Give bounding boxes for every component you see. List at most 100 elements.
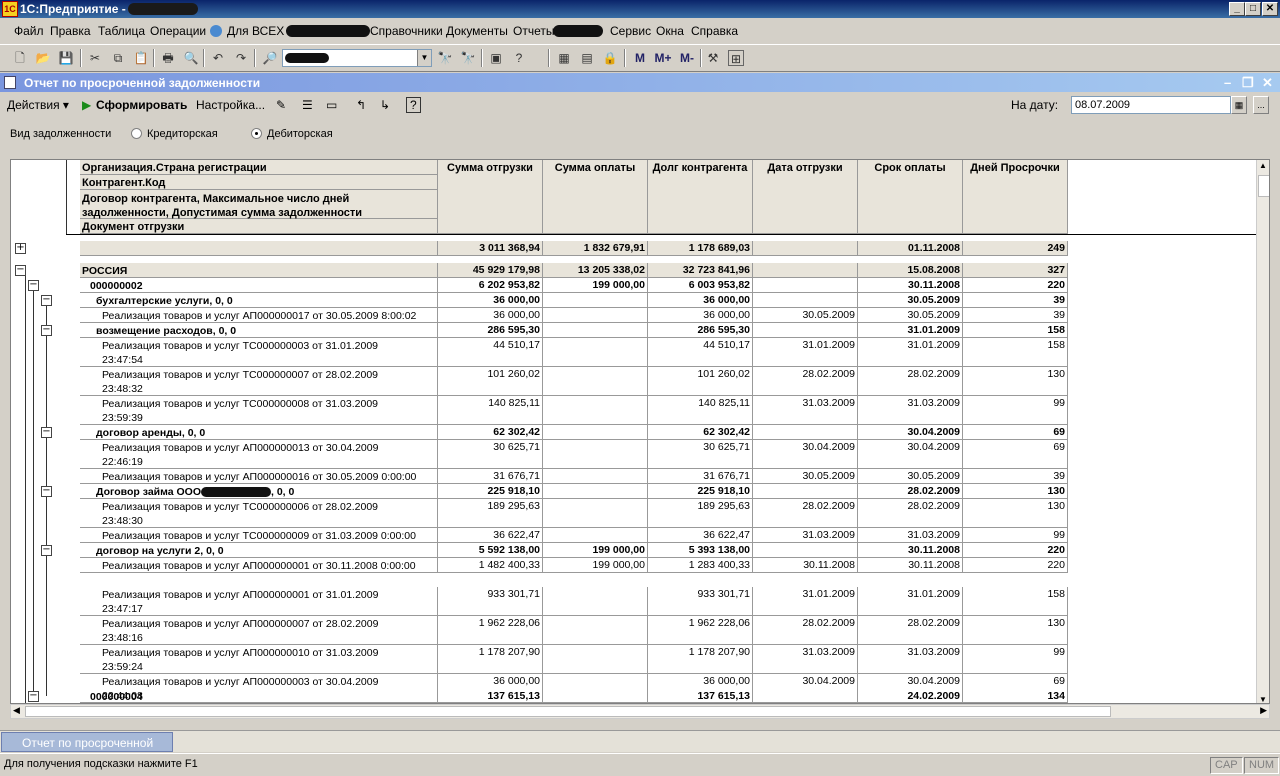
redo-icon[interactable]: ↷	[233, 50, 249, 66]
child-close-button[interactable]: ✕	[1262, 75, 1273, 91]
minimize-button[interactable]: _	[1229, 2, 1245, 16]
more-button[interactable]: ...	[1253, 96, 1269, 114]
memory-minus-icon[interactable]: M-	[676, 50, 698, 66]
menu-documents[interactable]: Документы	[446, 24, 508, 38]
menu-windows[interactable]: Окна	[656, 24, 684, 38]
expand-icon[interactable]: ↰	[356, 98, 366, 112]
row-c3-cell: 36 622,47	[648, 528, 753, 543]
vertical-scroll-thumb[interactable]	[1258, 175, 1269, 197]
maximize-button[interactable]: □	[1245, 2, 1261, 16]
horizontal-scrollbar[interactable]: ◀ ▶	[10, 704, 1270, 719]
row-name-time: 23:48:32	[102, 383, 143, 395]
radio-debtor[interactable]	[251, 128, 262, 139]
expand-plus-icon[interactable]: +	[15, 243, 26, 254]
row-c2-cell	[543, 323, 648, 338]
cut-icon[interactable]: ✂	[87, 50, 103, 66]
row-name-cell: Реализация товаров и услуг ТС000000007 о…	[80, 367, 438, 396]
collapse-minus-icon[interactable]: −	[15, 265, 26, 276]
play-icon: ▶	[82, 98, 92, 112]
menu-file[interactable]: Файл	[14, 24, 44, 38]
row-c1-cell: 286 595,30	[438, 323, 543, 338]
row-c2-cell	[543, 440, 648, 469]
collapse-minus-icon[interactable]: −	[41, 325, 52, 336]
settings-button[interactable]: Настройка...	[196, 98, 265, 112]
tools-icon[interactable]: ⚒	[705, 50, 721, 66]
undo-icon[interactable]: ↶	[210, 50, 226, 66]
scroll-left-icon[interactable]: ◀	[13, 705, 20, 716]
app-title: 1С:Предприятие -	[20, 2, 126, 16]
search-combo[interactable]: ▼	[282, 49, 432, 67]
date-input[interactable]: 08.07.2009	[1071, 96, 1231, 114]
radio-creditor[interactable]	[131, 128, 142, 139]
row-c1-cell: 1 962 228,06	[438, 616, 543, 645]
child-minimize-button[interactable]: –	[1224, 75, 1231, 90]
menu-reports[interactable]: Отчеты	[513, 24, 554, 38]
actions-menu[interactable]: Действия ▾	[7, 98, 69, 112]
preview-icon[interactable]: 🔍	[183, 50, 199, 66]
help-context-icon[interactable]: ?	[511, 50, 527, 66]
chevron-down-icon[interactable]: ▼	[417, 50, 431, 66]
paste-icon[interactable]: 📋	[133, 50, 149, 66]
row-c3-cell: 189 295,63	[648, 499, 753, 528]
lock-icon[interactable]: 🔒	[602, 50, 618, 66]
report-spreadsheet[interactable]: Организация.Страна регистрации Контраген…	[10, 159, 1270, 704]
close-button[interactable]: ✕	[1262, 2, 1278, 16]
child-restore-button[interactable]: ❐	[1242, 75, 1254, 91]
scroll-right-icon[interactable]: ▶	[1260, 705, 1267, 716]
horizontal-scroll-thumb[interactable]	[25, 706, 1111, 717]
header-contract: Договор контрагента, Максимальное число …	[80, 190, 438, 219]
row-c4-cell: 31.03.2009	[753, 645, 858, 674]
open-icon[interactable]: 📂	[35, 50, 51, 66]
row-c1-cell: 5 592 138,00	[438, 543, 543, 558]
row-name-time: 23:47:54	[102, 354, 143, 366]
collapse-minus-icon[interactable]: −	[41, 427, 52, 438]
windows-icon[interactable]: ▣	[488, 50, 504, 66]
menu-catalogs[interactable]: Справочники	[370, 24, 443, 38]
save-icon[interactable]: 💾	[58, 50, 74, 66]
vertical-scrollbar[interactable]: ▲ ▼	[1256, 160, 1269, 703]
copy-icon[interactable]: ⧉	[110, 50, 126, 66]
calendar-picker-icon[interactable]: ▦	[1231, 96, 1247, 114]
menu-service[interactable]: Сервис	[610, 24, 651, 38]
row-c4-cell	[753, 425, 858, 440]
row-c4-cell	[753, 263, 858, 278]
menu-for-all[interactable]: Для ВСЕХ	[227, 24, 284, 38]
group-icon[interactable]: ☰	[302, 98, 313, 112]
collapse-icon[interactable]: ↳	[380, 98, 390, 112]
taskbar-report-item[interactable]: Отчет по просроченной зад...	[1, 732, 173, 764]
row-c2-cell	[543, 484, 648, 499]
menu-help[interactable]: Справка	[691, 24, 738, 38]
collapse-minus-icon[interactable]: −	[28, 280, 39, 291]
calculator-icon[interactable]: ▦	[556, 50, 572, 66]
new-document-icon[interactable]: 🗋	[12, 50, 28, 66]
find-prev-icon[interactable]: 🔭	[460, 50, 476, 66]
collapse-minus-icon[interactable]: −	[41, 545, 52, 556]
menu-operations[interactable]: Операции	[150, 24, 206, 38]
table-icon[interactable]: ▭	[326, 98, 337, 112]
menu-edit[interactable]: Правка	[50, 24, 91, 38]
collapse-minus-icon[interactable]: −	[41, 295, 52, 306]
calendar-icon[interactable]: ▤	[579, 50, 595, 66]
memory-m-icon[interactable]: M	[632, 50, 648, 66]
actions-label: Действия	[7, 98, 60, 112]
row-c1-cell: 3 011 368,94	[438, 241, 543, 256]
row-c1-cell: 6 202 953,82	[438, 278, 543, 293]
collapse-minus-icon[interactable]: −	[28, 691, 39, 702]
row-c5-cell: 31.03.2009	[858, 396, 963, 425]
memory-plus-icon[interactable]: M+	[652, 50, 674, 66]
run-report-button[interactable]: Сформировать	[96, 98, 187, 112]
find-icon[interactable]: 🔎	[262, 50, 278, 66]
row-c6-cell: 158	[963, 323, 1068, 338]
settings-icon[interactable]: ✎	[276, 98, 286, 112]
menu-bar: Файл Правка Таблица Операции Для ВСЕХ Сп…	[0, 20, 1280, 42]
scroll-up-icon[interactable]: ▲	[1259, 161, 1267, 170]
help-icon[interactable]: ?	[406, 97, 421, 113]
collapse-minus-icon[interactable]: −	[41, 486, 52, 497]
row-c6-cell: 69	[963, 425, 1068, 440]
scroll-down-icon[interactable]: ▼	[1259, 695, 1267, 703]
layout-icon[interactable]: ⊞	[728, 50, 744, 66]
menu-table[interactable]: Таблица	[98, 24, 145, 38]
row-c1-cell: 31 676,71	[438, 469, 543, 484]
find-next-icon[interactable]: 🔭	[437, 50, 453, 66]
print-icon[interactable]: 🖶	[160, 50, 176, 66]
